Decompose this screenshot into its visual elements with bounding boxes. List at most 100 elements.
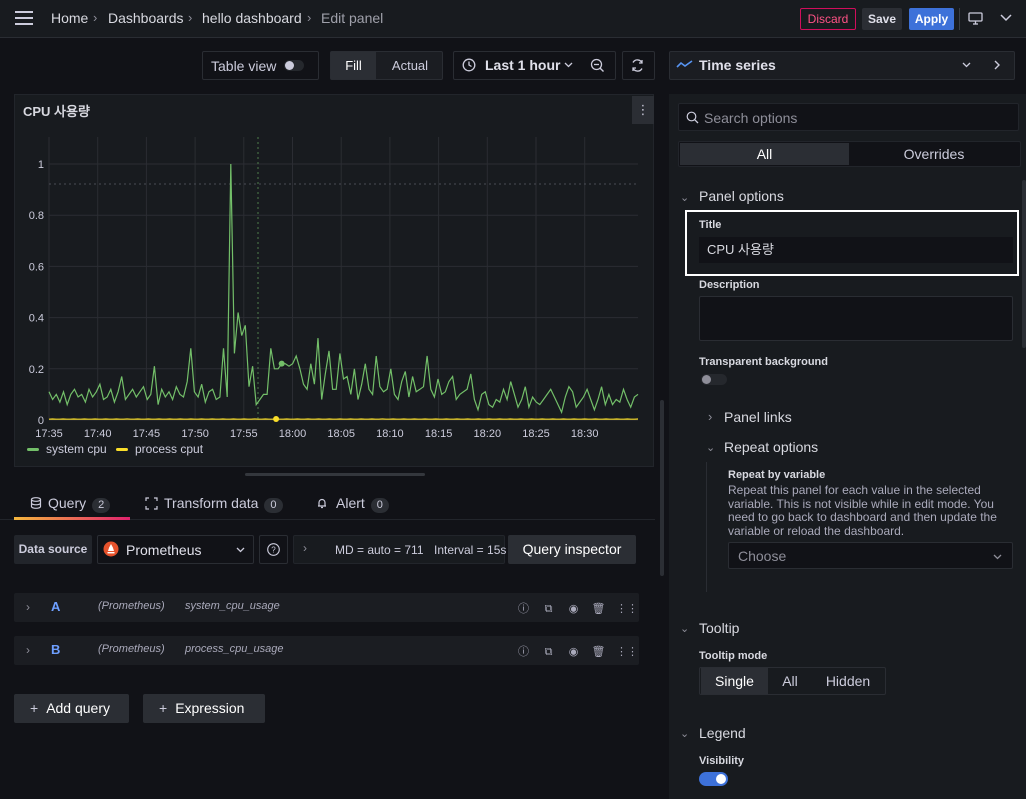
breadcrumb-dashboard[interactable]: hello dashboard: [202, 10, 302, 26]
drag-handle-icon[interactable]: ⋮⋮: [616, 645, 638, 658]
scrollbar[interactable]: [1022, 180, 1026, 348]
fill-button[interactable]: Fill: [331, 52, 376, 79]
tooltip-header[interactable]: Tooltip: [699, 620, 739, 636]
scrollbar[interactable]: [660, 400, 664, 576]
chevron-down-icon: [564, 62, 573, 68]
query-datasource: (Prometheus): [98, 643, 165, 655]
time-series-icon: [676, 60, 693, 68]
description-input[interactable]: [699, 296, 1013, 341]
tooltip-mode-hidden[interactable]: Hidden: [812, 668, 884, 694]
button-label: Add query: [46, 700, 111, 716]
search-placeholder: Search options: [704, 110, 798, 126]
legend-item-process-cput[interactable]: process cput: [116, 442, 203, 456]
repeat-variable-select[interactable]: Choose: [728, 542, 1013, 569]
monitor-icon[interactable]: [968, 11, 983, 26]
y-tick-label: 0.4: [29, 313, 44, 325]
expression-button[interactable]: + Expression: [143, 694, 265, 723]
trash-icon[interactable]: 🗑: [591, 645, 606, 658]
add-query-button[interactable]: + Add query: [14, 694, 129, 723]
question-circle-icon: ?: [267, 543, 280, 556]
bell-icon: [318, 498, 326, 509]
tab-all[interactable]: All: [680, 143, 849, 165]
repeat-by-label: Repeat by variable: [728, 469, 826, 481]
tab-label: Transform data: [164, 495, 259, 511]
duplicate-icon[interactable]: ⧉: [541, 646, 556, 659]
legend-item-system-cpu[interactable]: system cpu: [27, 442, 107, 456]
query-row[interactable]: › A (Prometheus) system_cpu_usage ⓘ ⧉ ◉ 🗑 ⋮⋮: [14, 593, 639, 622]
resize-handle[interactable]: [245, 473, 425, 476]
help-icon[interactable]: ⓘ: [516, 600, 531, 616]
y-tick-label: 1: [38, 159, 44, 171]
hamburger-menu-icon[interactable]: [15, 11, 33, 25]
datasource-label: Data source: [14, 535, 92, 564]
description-label: Description: [699, 279, 760, 291]
chevron-right-icon[interactable]: ›: [26, 600, 30, 614]
chevron-down-icon[interactable]: ⌄: [680, 727, 689, 740]
chevron-down-icon: [993, 554, 1002, 560]
title-label: Title: [699, 219, 722, 231]
y-tick-label: 0: [38, 415, 44, 427]
chevron-right-icon[interactable]: ›: [26, 643, 30, 657]
clock-icon: [462, 58, 476, 72]
query-inspector-button[interactable]: Query inspector: [508, 535, 636, 564]
y-tick-label: 0.8: [29, 210, 44, 222]
eye-icon[interactable]: ◉: [566, 602, 581, 615]
tooltip-mode-single[interactable]: Single: [701, 668, 768, 694]
save-button[interactable]: Save: [862, 8, 902, 30]
eye-icon[interactable]: ◉: [566, 645, 581, 658]
plus-icon: +: [159, 700, 168, 716]
discard-button[interactable]: Discard: [800, 8, 856, 30]
prometheus-icon: [103, 541, 119, 557]
panel-options-header[interactable]: Panel options: [699, 188, 784, 204]
chevron-right-icon[interactable]: ›: [708, 409, 712, 424]
table-view-switch[interactable]: [284, 60, 304, 71]
panel-title: CPU 사용량: [23, 104, 90, 119]
query-id[interactable]: A: [51, 599, 60, 614]
zoom-out-icon[interactable]: [590, 58, 605, 73]
trash-icon[interactable]: 🗑: [591, 602, 606, 615]
chevron-right-icon: ›: [93, 10, 98, 25]
tab-alert[interactable]: Alert 0: [316, 495, 389, 513]
chevron-down-icon[interactable]: ⌄: [680, 622, 689, 635]
legend-header[interactable]: Legend: [699, 725, 746, 741]
chevron-down-icon[interactable]: ⌄: [706, 441, 715, 454]
title-input[interactable]: CPU 사용량: [699, 237, 1013, 263]
time-range-label: Last 1 hour: [485, 57, 561, 73]
actual-button[interactable]: Actual: [378, 52, 442, 79]
tab-transform-data[interactable]: Transform data 0: [145, 495, 283, 513]
chevron-down-icon[interactable]: ⌄: [680, 191, 689, 204]
tab-label: Alert: [336, 495, 365, 511]
y-tick-label: 0.2: [29, 364, 44, 376]
breadcrumb-dashboards[interactable]: Dashboards: [108, 10, 184, 26]
cpu-chart[interactable]: 0 0.2 0.4 0.6 0.8 1 17:35 17:40 17:45 17:50 17:55 1…: [14, 125, 654, 445]
duplicate-icon[interactable]: ⧉: [541, 603, 556, 616]
repeat-options-header[interactable]: Repeat options: [724, 439, 818, 455]
search-options-input[interactable]: Search options: [678, 103, 1019, 131]
help-icon[interactable]: ⓘ: [516, 643, 531, 659]
table-view-label: Table view: [211, 58, 277, 74]
panel-links-header[interactable]: Panel links: [724, 409, 792, 425]
breadcrumb-edit-panel: Edit panel: [321, 10, 384, 26]
svg-text:?: ?: [271, 546, 276, 555]
tab-label: Query: [48, 495, 87, 511]
query-row[interactable]: › B (Prometheus) process_cpu_usage ⓘ ⧉ ◉ 🗑 ⋮…: [14, 636, 639, 665]
breadcrumb-home[interactable]: Home: [51, 10, 88, 26]
x-tick-label: 18:30: [571, 428, 599, 440]
drag-handle-icon[interactable]: ⋮⋮: [616, 602, 638, 615]
chevron-right-icon[interactable]: [994, 60, 1000, 70]
help-line: variable. This is not visible while in e…: [728, 496, 994, 511]
tab-query[interactable]: Query 2: [30, 495, 111, 513]
query-id[interactable]: B: [51, 642, 60, 657]
legend-visibility-toggle[interactable]: [699, 772, 728, 786]
panel-menu-icon[interactable]: ⋮: [632, 96, 654, 124]
help-line: variable or reload the dashboard.: [728, 523, 905, 538]
tab-overrides[interactable]: Overrides: [850, 143, 1018, 165]
y-tick-label: 0.6: [29, 261, 44, 273]
tooltip-mode-all[interactable]: All: [770, 668, 810, 694]
section-indent-line: [706, 462, 707, 592]
chevron-down-icon[interactable]: [1000, 14, 1012, 22]
chevron-right-icon: ›: [307, 10, 312, 25]
transparent-toggle[interactable]: [701, 374, 727, 385]
visibility-label: Visibility: [699, 755, 745, 767]
apply-button[interactable]: Apply: [909, 8, 954, 30]
